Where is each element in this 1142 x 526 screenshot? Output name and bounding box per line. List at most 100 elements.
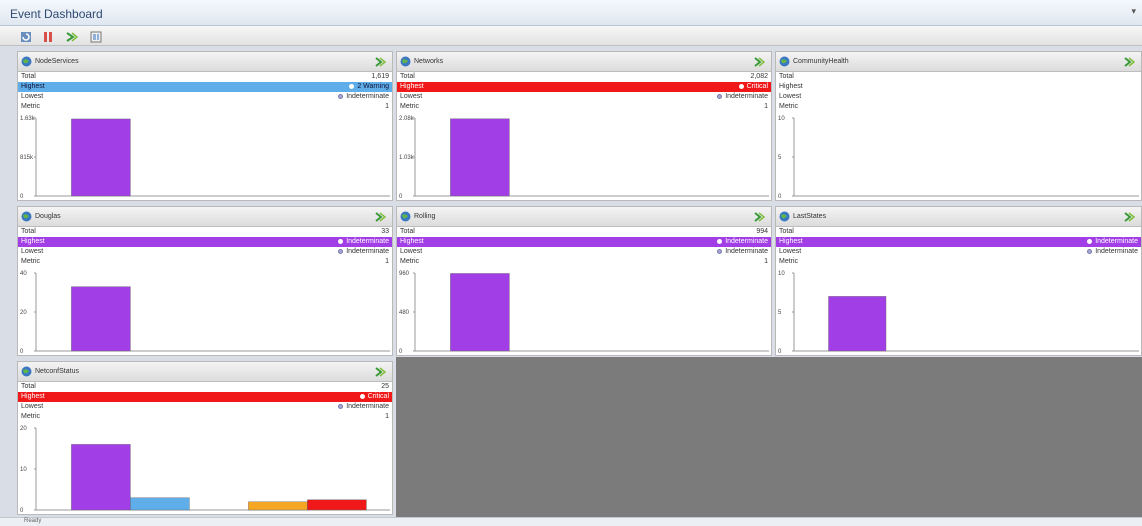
severity-dot-icon xyxy=(359,393,365,399)
y-tick-label: 10 xyxy=(778,271,785,277)
drill-down-icon[interactable] xyxy=(1123,210,1137,224)
drill-down-icon[interactable] xyxy=(64,29,79,43)
panel-header: LastStates xyxy=(776,207,1141,227)
lowest-row: Lowest Indeterminate xyxy=(18,247,392,257)
drill-down-icon[interactable] xyxy=(753,55,767,69)
status-text: Ready xyxy=(24,518,42,524)
total-row: Total xyxy=(776,72,1141,82)
lowest-label: Lowest xyxy=(21,403,44,410)
severity-chart: 10 5 0 xyxy=(776,269,1141,355)
highest-value-text: 2 Warning xyxy=(357,83,389,90)
total-value: 2,082 xyxy=(750,72,768,82)
y-tick-label: 20 xyxy=(20,310,27,316)
panel-title: Douglas xyxy=(35,213,61,220)
total-value: 33 xyxy=(381,227,389,237)
refresh-icon[interactable] xyxy=(18,29,32,43)
globe-icon xyxy=(21,56,32,67)
panel-stats: Total Highest Lowest Metric xyxy=(776,72,1141,112)
metric-value: 1 xyxy=(385,102,389,112)
panel-title: Networks xyxy=(414,58,444,65)
severity-dot-icon xyxy=(1087,248,1093,254)
highest-row: Highest Indeterminate xyxy=(18,237,392,247)
y-tick-label: 20 xyxy=(20,426,27,432)
panel-networks: Networks Total 2,082 Highest Critical Lowest I… xyxy=(396,51,772,201)
chart-svg: 1.63k 815k 0 xyxy=(20,116,390,200)
highest-value: 2 Warning xyxy=(349,82,389,92)
layout-icon[interactable] xyxy=(88,29,102,43)
metric-value-text: 1 xyxy=(385,258,389,265)
chart-svg: 10 5 0 xyxy=(778,116,1139,200)
globe-icon xyxy=(21,211,32,222)
total-row: Total 994 xyxy=(397,227,771,237)
metric-row: Metric xyxy=(776,257,1141,267)
metric-row: Metric 1 xyxy=(18,257,392,267)
lowest-row: Lowest Indeterminate xyxy=(18,92,392,102)
severity-dot-icon xyxy=(338,403,344,409)
y-tick-label: 0 xyxy=(20,194,24,200)
y-tick-label: 0 xyxy=(778,349,782,355)
highest-label: Highest xyxy=(779,83,803,90)
drill-down-icon[interactable] xyxy=(374,55,388,69)
lowest-value: Indeterminate xyxy=(338,92,389,102)
total-value-text: 25 xyxy=(381,383,389,390)
metric-label: Metric xyxy=(779,103,799,110)
total-value-text: 33 xyxy=(381,228,389,235)
y-tick-label: 1.03k xyxy=(399,155,415,161)
globe-icon xyxy=(400,56,411,67)
severity-dot-icon xyxy=(338,93,344,99)
panel-stats: Total 2,082 Highest Critical Lowest Indetermi… xyxy=(397,72,771,112)
total-label: Total xyxy=(779,228,794,235)
metric-value: 1 xyxy=(764,102,768,112)
severity-chart: 40 20 0 xyxy=(18,269,392,355)
lowest-row: Lowest xyxy=(776,92,1141,102)
total-value: 25 xyxy=(381,382,389,392)
panel-stats: Total 1,619 Highest 2 Warning Lowest Indeterm… xyxy=(18,72,392,112)
lowest-row: Lowest Indeterminate xyxy=(397,92,771,102)
y-tick-label: 815k xyxy=(20,155,34,161)
lowest-value-text: Indeterminate xyxy=(346,248,389,255)
bar-major xyxy=(248,501,308,511)
highest-value-text: Critical xyxy=(746,83,768,90)
bar-indeterminate xyxy=(450,118,510,197)
panel-header: NodeServices xyxy=(18,52,392,72)
panel-stats: Total 33 Highest Indeterminate Lowest Indeter… xyxy=(18,227,392,267)
status-bar: Ready xyxy=(0,517,1142,526)
chevron-down-icon[interactable]: ▾ xyxy=(1131,6,1136,17)
highest-row: Highest Indeterminate xyxy=(397,237,771,247)
highest-row: Highest Critical xyxy=(18,392,392,402)
total-value-text: 2,082 xyxy=(750,73,768,80)
drill-down-icon[interactable] xyxy=(374,210,388,224)
lowest-value-text: Indeterminate xyxy=(346,93,389,100)
severity-dot-icon xyxy=(717,93,723,99)
panel-title: Rolling xyxy=(414,213,436,220)
bar-indeterminate xyxy=(71,118,131,197)
total-label: Total xyxy=(21,228,36,235)
metric-row: Metric xyxy=(776,102,1141,112)
y-tick-label: 480 xyxy=(399,310,410,316)
globe-icon xyxy=(400,211,411,222)
drill-down-icon[interactable] xyxy=(1123,55,1137,69)
lowest-value-text: Indeterminate xyxy=(725,248,768,255)
chart-svg: 10 5 0 xyxy=(778,271,1139,355)
panel-laststates: LastStates Total Highest Indeterminate Lowes… xyxy=(775,206,1142,356)
severity-dot-icon xyxy=(349,83,355,89)
highest-label: Highest xyxy=(400,83,424,90)
toolbar xyxy=(0,26,1142,46)
total-label: Total xyxy=(21,73,36,80)
severity-dot-icon xyxy=(717,248,723,254)
panel-header: NetconfStatus xyxy=(18,362,392,382)
y-tick-label: 0 xyxy=(399,349,403,355)
lowest-row: Lowest Indeterminate xyxy=(397,247,771,257)
drill-down-icon[interactable] xyxy=(374,365,388,379)
highest-value: Critical xyxy=(738,82,768,92)
highest-value: Critical xyxy=(359,392,389,402)
panel-nodeservices: NodeServices Total 1,619 Highest 2 Warning Lo… xyxy=(17,51,393,201)
panel-header: Networks xyxy=(397,52,771,72)
globe-icon xyxy=(21,366,32,377)
metric-value-text: 1 xyxy=(385,413,389,420)
pause-icon[interactable] xyxy=(40,29,54,43)
panel-header: CommunityHealth xyxy=(776,52,1141,72)
bar-indeterminate xyxy=(71,444,131,511)
bar-warning xyxy=(130,497,190,511)
drill-down-icon[interactable] xyxy=(753,210,767,224)
